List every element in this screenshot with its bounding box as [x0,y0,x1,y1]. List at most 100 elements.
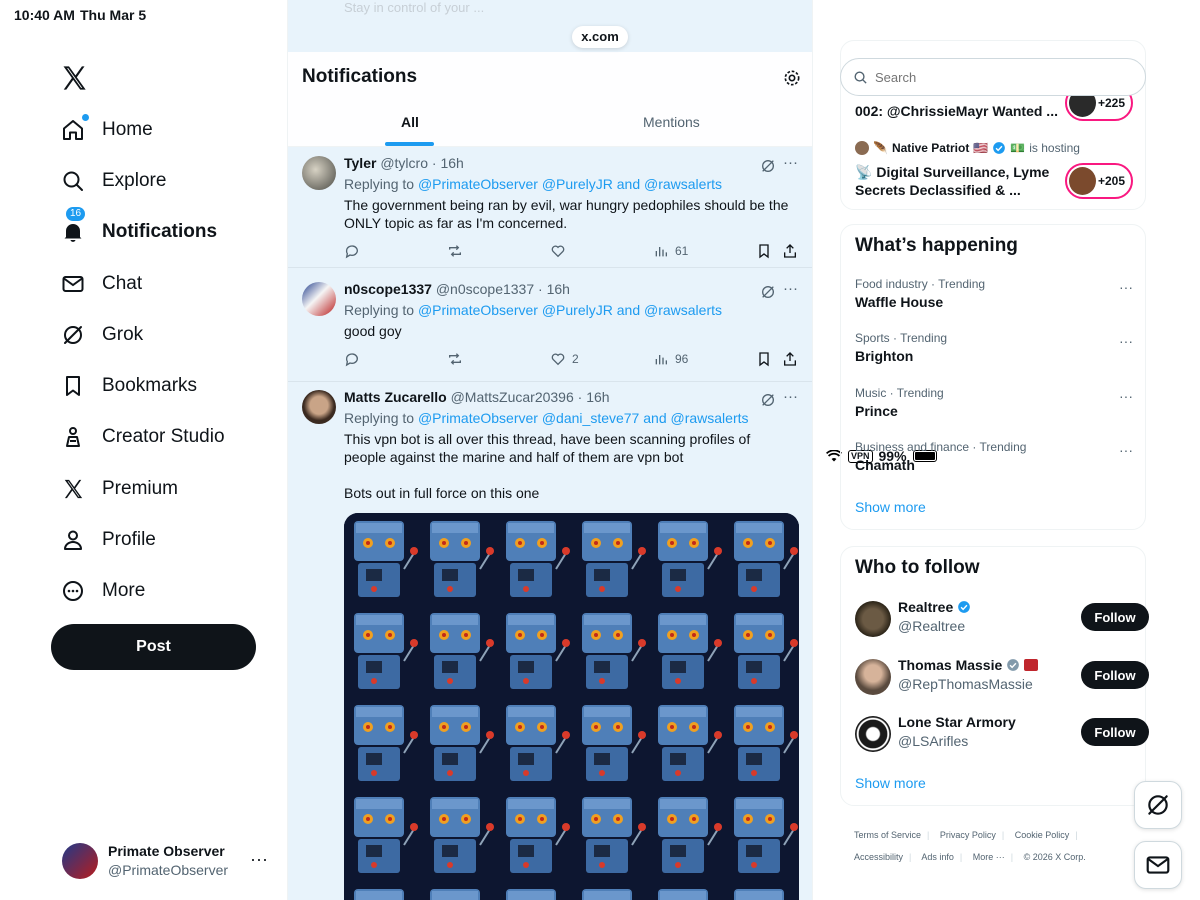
tweet[interactable]: Matts Zucarello @MattsZucar20396 · 16h R… [288,382,812,900]
trend-item[interactable]: Music · Trending Prince ··· [855,386,1135,419]
footer-link[interactable]: Ads info [921,852,954,862]
more-icon[interactable]: ··· [1119,388,1133,404]
sidebar-item-home[interactable]: Home [60,110,153,150]
footer-link[interactable]: Privacy Policy [940,830,996,840]
more-icon[interactable]: ··· [783,388,798,405]
mention-link[interactable]: @PrimateObserver @PurelyJR [418,176,613,192]
sidebar-item-profile[interactable]: Profile [60,520,156,560]
avatar[interactable] [302,156,336,190]
author-handle[interactable]: @MattsZucar20396 [451,389,574,405]
sidebar-item-notifications[interactable]: 16 Notifications [60,207,217,252]
footer-link[interactable]: Terms of Service [854,830,921,840]
mention-link[interactable]: @rawsalerts [644,176,722,192]
replying-label: Replying to [344,302,415,318]
tweet-header: Matts Zucarello @MattsZucar20396 · 16h [344,389,610,405]
more-icon[interactable]: ··· [783,154,798,171]
share-button[interactable] [782,351,798,367]
footer-link[interactable]: More ··· [973,852,1005,862]
author-name[interactable]: n0scope1337 [344,281,432,297]
bookmark-button[interactable] [756,351,772,367]
space-title[interactable]: 📡 Digital Surveillance, Lyme Secrets Dec… [855,163,1055,199]
mention-link[interactable]: @rawsalerts [671,410,749,426]
sidebar-item-chat[interactable]: Chat [60,264,142,304]
follow-button[interactable]: Follow [1081,603,1149,631]
grok-icon[interactable] [760,158,776,174]
account-switcher[interactable]: Primate Observer @PrimateObserver ··· [62,841,272,881]
reply-button[interactable] [344,351,360,367]
more-icon[interactable]: ··· [250,849,268,870]
reply-button[interactable] [344,243,360,259]
bookmark-icon [759,244,769,259]
author-handle[interactable]: @n0scope1337 [436,281,534,297]
more-icon[interactable]: ··· [1119,279,1133,295]
footer-link[interactable]: Cookie Policy [1015,830,1070,840]
space-title[interactable]: 002: @ChrissieMayr Wanted ... [855,103,1058,119]
trend-item[interactable]: Business and finance · Trending Chamath … [855,440,1135,473]
tweet[interactable]: Tyler @tylcro · 16h Replying to @Primate… [288,148,812,268]
account-name[interactable]: Realtree [898,599,971,615]
trend-item[interactable]: Food industry · Trending Waffle House ··… [855,277,1135,310]
bookmark-button[interactable] [756,243,772,259]
follow-suggestion[interactable]: Lone Star Armory @LSArifles Follow [855,714,1149,754]
sidebar-item-bookmarks[interactable]: Bookmarks [60,366,197,406]
follow-button[interactable]: Follow [1081,661,1149,689]
tweet-time[interactable]: 16h [440,155,463,171]
mention-link[interactable]: @rawsalerts [644,302,722,318]
tweet-image[interactable] [344,513,799,900]
tweet-time[interactable]: 16h [586,389,609,405]
mention-link[interactable]: @PrimateObserver @PurelyJR [418,302,613,318]
messages-fab-button[interactable] [1134,841,1182,889]
follow-button[interactable]: Follow [1081,718,1149,746]
author-handle[interactable]: @tylcro [380,155,428,171]
tab-mentions[interactable]: Mentions [643,114,700,130]
like-button[interactable]: 2 [550,351,579,367]
post-button[interactable]: Post [51,624,256,670]
url-pill[interactable]: x.com [572,26,628,48]
views-button[interactable]: 61 [653,243,688,259]
sidebar-item-creator-studio[interactable]: Creator Studio [60,417,225,457]
avatar[interactable] [855,659,891,695]
more-icon[interactable]: ··· [1119,333,1133,349]
account-name[interactable]: Lone Star Armory [898,714,1016,730]
sidebar-item-premium[interactable]: Premium [60,469,178,509]
repost-button[interactable] [447,351,463,367]
author-name[interactable]: Tyler [344,155,376,171]
show-more-link[interactable]: Show more [855,499,926,515]
footer-links: Terms of Service | Privacy Policy | Cookie… [854,824,1114,868]
follow-suggestion[interactable]: Thomas Massie @RepThomasMassie Follow [855,657,1149,697]
grok-icon[interactable] [760,392,776,408]
sidebar-item-grok[interactable]: Grok [60,315,143,355]
like-button[interactable] [550,243,572,259]
x-logo-icon [60,476,86,502]
sidebar-item-more[interactable]: More [60,571,145,611]
grok-fab-button[interactable] [1134,781,1182,829]
follow-suggestion[interactable]: Realtree @Realtree Follow [855,599,1149,639]
views-button[interactable]: 96 [653,351,688,367]
tab-all[interactable]: All [385,114,434,146]
show-more-link[interactable]: Show more [855,775,926,791]
trend-item[interactable]: Sports · Trending Brighton ··· [855,331,1135,364]
account-name[interactable]: Thomas Massie [898,657,1039,673]
search-box[interactable] [840,58,1146,96]
repost-button[interactable] [447,243,463,259]
gear-icon[interactable] [782,68,802,88]
listeners-pill[interactable]: +205 [1065,163,1133,199]
tweet-time[interactable]: 16h [547,281,570,297]
tweet[interactable]: n0scope1337 @n0scope1337 · 16h Replying … [288,274,812,382]
search-input[interactable] [875,67,1135,87]
x-logo-icon[interactable] [60,64,88,92]
avatar[interactable] [302,282,336,316]
grok-icon[interactable] [760,284,776,300]
footer-link[interactable]: Accessibility [854,852,903,862]
sidebar-item-explore[interactable]: Explore [60,161,166,201]
author-name[interactable]: Matts Zucarello [344,389,447,405]
avatar[interactable] [855,716,891,752]
more-icon[interactable]: ··· [1119,442,1133,458]
share-button[interactable] [782,243,798,259]
more-icon[interactable]: ··· [783,280,798,297]
avatar[interactable] [855,601,891,637]
divider: | [1075,830,1078,840]
mention-link[interactable]: @PrimateObserver @dani_steve77 [418,410,639,426]
host-name[interactable]: Native Patriot [892,141,969,155]
avatar[interactable] [302,390,336,424]
